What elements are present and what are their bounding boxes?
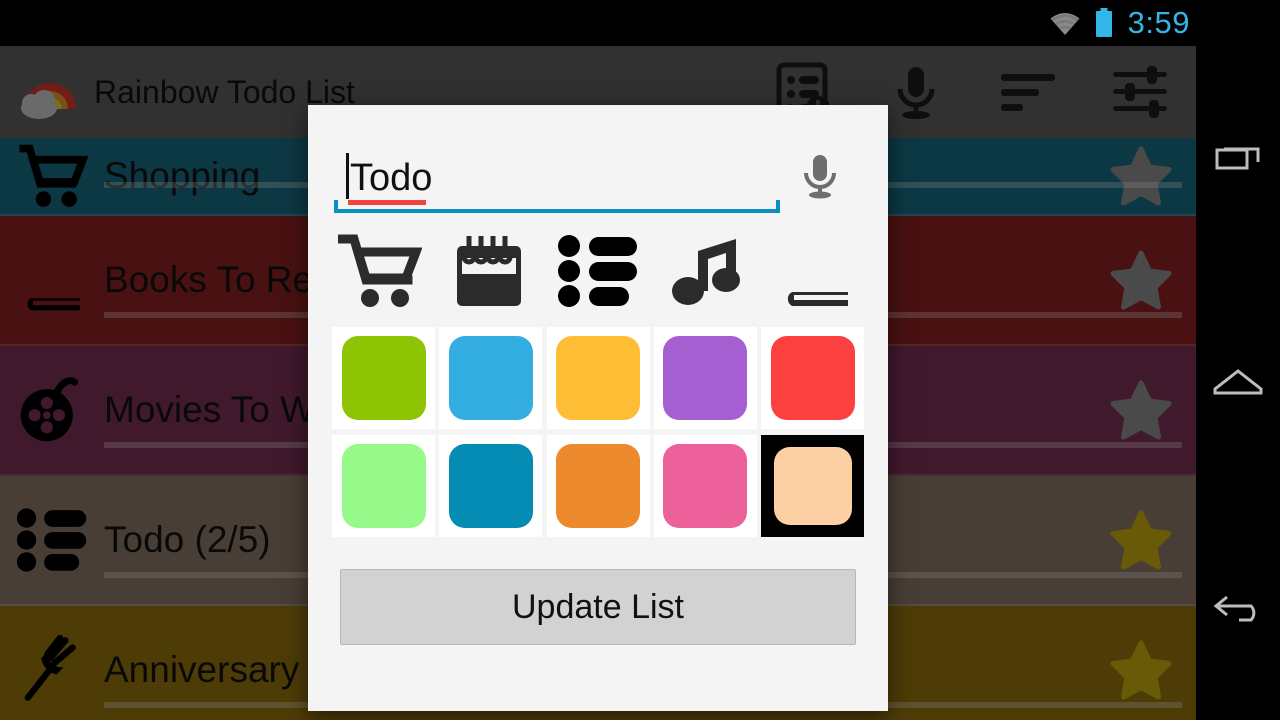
microphone-icon[interactable]	[780, 139, 860, 213]
star-icon[interactable]	[1086, 146, 1196, 206]
color-chip	[663, 444, 748, 528]
color-chip	[773, 447, 852, 525]
music-note-icon[interactable]	[655, 225, 759, 317]
calendar-icon[interactable]	[437, 225, 541, 317]
fork-icon	[0, 635, 104, 705]
film-reel-icon	[0, 377, 104, 443]
star-icon[interactable]	[1086, 250, 1196, 310]
status-bar: 3:59	[0, 0, 1280, 46]
swatch-light-green[interactable]	[332, 435, 435, 537]
color-swatch-row	[332, 327, 864, 429]
home-button[interactable]	[1196, 328, 1280, 438]
list-name-value: Todo	[350, 157, 433, 199]
color-chip	[448, 336, 533, 420]
dialog-icon-picker	[308, 213, 888, 327]
swatch-red[interactable]	[761, 327, 864, 429]
android-screen: 3:59 Shopping Books To Read Movies To Wa…	[0, 0, 1280, 720]
swatch-teal[interactable]	[439, 435, 543, 537]
input-focus-underline	[334, 200, 780, 213]
rainbow-cloud-logo-icon	[18, 61, 80, 123]
book-icon	[0, 246, 104, 314]
star-icon[interactable]	[1086, 640, 1196, 700]
color-chip	[341, 336, 426, 420]
bullet-list-icon	[0, 508, 104, 572]
swatch-peach[interactable]	[761, 435, 864, 537]
dialog-color-picker	[308, 327, 888, 537]
shopping-cart-icon	[0, 144, 104, 208]
color-chip	[448, 444, 533, 528]
update-list-button[interactable]: Update List	[340, 569, 856, 645]
swatch-orange[interactable]	[546, 435, 650, 537]
back-button[interactable]	[1196, 553, 1280, 663]
color-chip	[341, 444, 426, 528]
color-chip	[663, 336, 748, 420]
color-chip	[770, 336, 855, 420]
swatch-blue[interactable]	[439, 327, 543, 429]
dialog-actions: Update List	[308, 543, 888, 645]
dialog-input-row: Todo	[308, 105, 888, 213]
color-chip	[556, 444, 640, 528]
list-name-input[interactable]: Todo	[334, 139, 780, 213]
app-content: Shopping Books To Read Movies To Watch T…	[0, 46, 1196, 720]
battery-icon	[1094, 8, 1114, 38]
android-nav-bar	[1196, 46, 1280, 720]
swatch-amber[interactable]	[546, 327, 650, 429]
text-caret	[346, 153, 349, 199]
swatch-purple[interactable]	[653, 327, 757, 429]
recents-button[interactable]	[1196, 103, 1280, 213]
sort-icon[interactable]	[972, 46, 1084, 138]
color-swatch-row	[332, 435, 864, 537]
book-icon[interactable]	[764, 225, 868, 317]
swatch-pink[interactable]	[653, 435, 757, 537]
bullet-list-icon[interactable]	[546, 225, 650, 317]
settings-sliders-icon[interactable]	[1084, 46, 1196, 138]
star-icon[interactable]	[1086, 380, 1196, 440]
status-bar-clock: 3:59	[1127, 5, 1190, 40]
color-chip	[556, 336, 640, 420]
shopping-cart-icon[interactable]	[328, 225, 432, 317]
edit-list-dialog: Todo Update List	[308, 105, 888, 711]
star-icon[interactable]	[1086, 510, 1196, 570]
wifi-icon	[1048, 10, 1082, 36]
spellcheck-underline	[348, 200, 426, 205]
swatch-green[interactable]	[332, 327, 435, 429]
